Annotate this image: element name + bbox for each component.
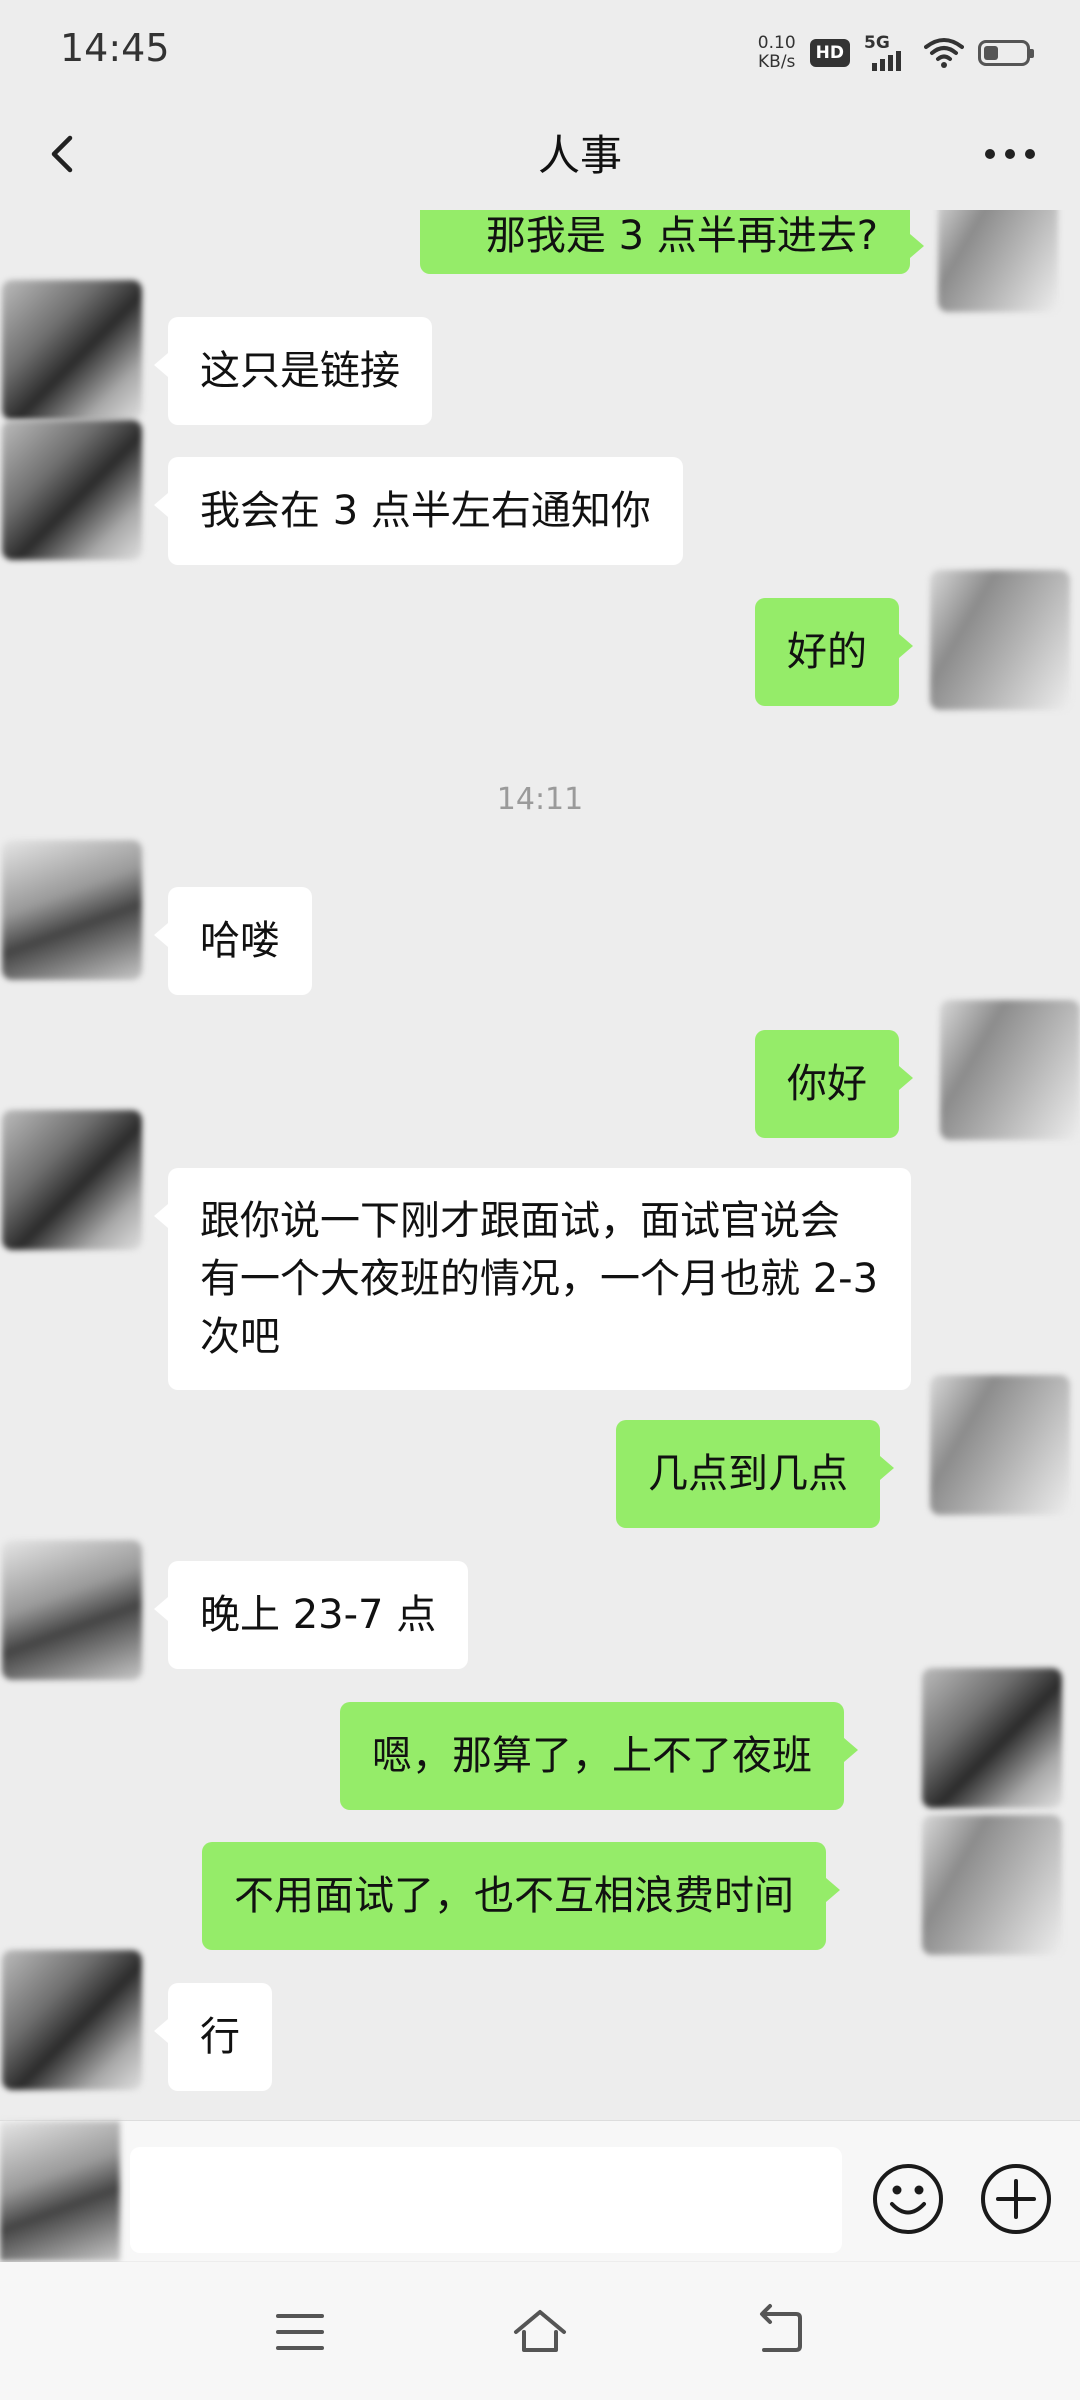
message-timestamp: 14:11 [496, 782, 584, 817]
smiley-face-icon[interactable] [870, 2161, 946, 2237]
message-bubble-incoming[interactable]: 行 [154, 1983, 272, 2091]
my-avatar[interactable] [930, 1375, 1070, 1515]
voice-toggle-button[interactable] [0, 2121, 120, 2261]
status-icons: 0.10 KB/s HD 5G [758, 28, 1034, 78]
message-bubble-outgoing[interactable]: 那我是 3 点半再进去? [420, 210, 924, 274]
my-avatar[interactable] [940, 1000, 1080, 1140]
plus-circle-icon[interactable] [978, 2161, 1054, 2237]
network-speed-value: 0.10 [757, 33, 796, 53]
contact-avatar[interactable] [2, 420, 142, 560]
chat-header: 人事 [0, 100, 1080, 210]
status-bar: 14:45 0.10 KB/s HD 5G [0, 0, 1080, 100]
chat-title: 人事 [537, 131, 622, 180]
network-speed: 0.10 KB/s [758, 34, 796, 72]
system-nav-bar [0, 2262, 1080, 2400]
status-time: 14:45 [60, 26, 170, 70]
my-avatar[interactable] [922, 1815, 1062, 1955]
message-bubble-outgoing[interactable]: 不用面试了，也不互相浪费时间 [202, 1842, 840, 1950]
contact-avatar[interactable] [2, 1540, 142, 1680]
message-bubble-outgoing[interactable]: 好的 [755, 598, 913, 706]
message-bubble-incoming[interactable]: 跟你说一下刚才跟面试，面试官说会有一个大夜班的情况，一个月也就 2-3 次吧 [154, 1168, 911, 1390]
contact-avatar[interactable] [2, 1110, 142, 1250]
back-arrow-icon[interactable] [750, 2302, 810, 2362]
network-speed-unit: KB/s [758, 52, 796, 72]
message-bubble-outgoing[interactable]: 嗯，那算了，上不了夜班 [340, 1702, 858, 1810]
message-bubble-incoming[interactable]: 我会在 3 点半左右通知你 [154, 457, 683, 565]
my-avatar[interactable] [922, 1668, 1062, 1808]
message-bubble-incoming[interactable]: 这只是链接 [154, 317, 432, 425]
chat-messages[interactable]: 那我是 3 点半再进去? 这只是链接 我会在 3 点半左右通知你 好的 14:1… [0, 210, 1080, 2120]
contact-avatar[interactable] [2, 1950, 142, 2090]
message-input-bar [0, 2120, 1080, 2261]
menu-icon[interactable] [270, 2302, 330, 2362]
wifi-icon [924, 38, 964, 68]
message-input[interactable] [130, 2147, 842, 2253]
message-bubble-incoming[interactable]: 哈喽 [154, 887, 312, 995]
battery-icon [978, 40, 1034, 66]
contact-avatar[interactable] [2, 840, 142, 980]
message-bubble-outgoing[interactable]: 你好 [755, 1030, 913, 1138]
message-bubble-outgoing[interactable]: 几点到几点 [616, 1420, 894, 1528]
message-bubble-incoming[interactable]: 晚上 23-7 点 [153, 1561, 469, 1669]
hd-badge: HD [809, 39, 850, 67]
contact-avatar[interactable] [2, 280, 142, 420]
cellular-signal-icon: 5G [864, 33, 910, 73]
home-icon[interactable] [510, 2302, 570, 2362]
more-horizontal-icon[interactable] [980, 130, 1040, 178]
network-type: 5G [864, 33, 890, 53]
my-avatar[interactable] [938, 210, 1058, 312]
my-avatar[interactable] [930, 570, 1070, 710]
